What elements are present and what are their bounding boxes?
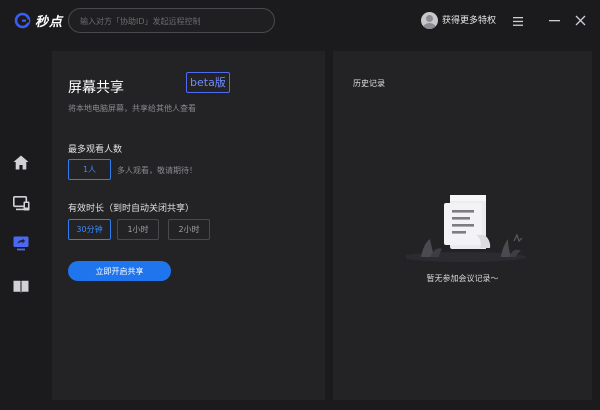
minimize-button[interactable] bbox=[545, 11, 563, 29]
app-logo: 秒点 bbox=[14, 11, 63, 30]
app-name: 秒点 bbox=[35, 15, 64, 30]
sidebar-item-home[interactable] bbox=[10, 153, 32, 175]
remote-desktop-icon bbox=[12, 195, 30, 215]
screen-share-icon bbox=[13, 236, 29, 255]
viewer-option-1[interactable]: 1人 bbox=[68, 159, 111, 180]
remote-id-input[interactable] bbox=[69, 10, 274, 33]
history-panel: 历史记录 暂无参加会议记录～ bbox=[333, 51, 592, 400]
menu-button[interactable] bbox=[509, 11, 527, 29]
home-icon bbox=[13, 155, 29, 174]
close-button[interactable] bbox=[571, 11, 589, 29]
sidebar-nav bbox=[0, 42, 42, 410]
book-icon bbox=[13, 278, 29, 297]
history-title: 历史记录 bbox=[353, 79, 385, 88]
logo-icon bbox=[14, 12, 31, 29]
hamburger-menu-icon bbox=[513, 11, 523, 30]
user-avatar[interactable] bbox=[421, 12, 438, 29]
duration-option-2hour[interactable]: 2小时 bbox=[168, 219, 210, 240]
duration-option-1hour[interactable]: 1小时 bbox=[117, 219, 159, 240]
beta-badge: beta版 bbox=[186, 72, 230, 93]
sidebar-item-remote[interactable] bbox=[10, 194, 32, 216]
minimize-icon bbox=[548, 11, 560, 30]
duration-option-30min[interactable]: 30分钟 bbox=[68, 219, 111, 240]
empty-history-illustration bbox=[402, 191, 546, 266]
sidebar-item-guide[interactable] bbox=[10, 276, 32, 298]
screen-share-panel: 屏幕共享 beta版 将本地电脑屏幕，共享给其他人查看 最多观看人数 1人 多人… bbox=[52, 51, 325, 400]
multi-viewer-hint: 多人观看，敬请期待！ bbox=[117, 166, 197, 175]
empty-history-text: 暂无参加会议记录～ bbox=[426, 274, 499, 283]
title-bar: 秒点 获得更多特权 bbox=[0, 0, 600, 42]
max-viewers-label: 最多观看人数 bbox=[68, 145, 123, 155]
start-sharing-button[interactable]: 立即开启共享 bbox=[68, 261, 171, 281]
get-more-privileges-link[interactable]: 获得更多特权 bbox=[442, 13, 496, 26]
remote-id-search[interactable] bbox=[68, 8, 275, 33]
page-title: 屏幕共享 bbox=[68, 80, 124, 96]
close-icon bbox=[575, 11, 586, 30]
page-subtitle: 将本地电脑屏幕，共享给其他人查看 bbox=[68, 104, 196, 113]
sidebar-item-screen-share[interactable] bbox=[10, 234, 32, 256]
duration-label: 有效时长（到时自动关闭共享） bbox=[68, 204, 195, 214]
